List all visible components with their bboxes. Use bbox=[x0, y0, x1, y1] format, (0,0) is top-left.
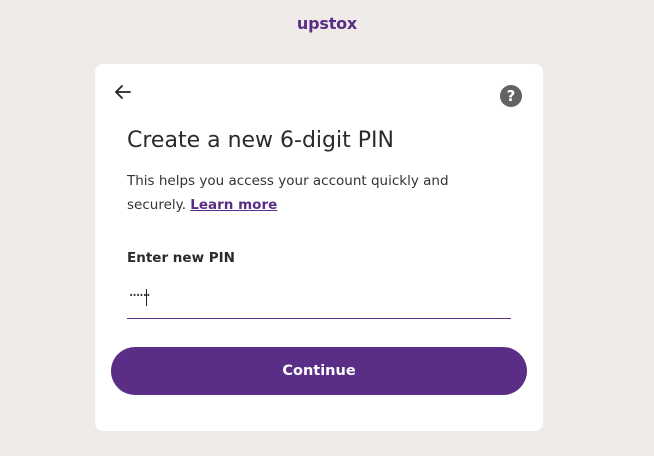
arrow-left-icon[interactable] bbox=[113, 82, 133, 102]
upstox-logo: upstox bbox=[296, 14, 358, 33]
pin-masked-value: ······ bbox=[127, 288, 152, 304]
text-caret bbox=[146, 289, 147, 306]
pin-card: ? Create a new 6-digit PIN This helps yo… bbox=[95, 64, 543, 431]
pin-description: This helps you access your account quick… bbox=[127, 169, 457, 217]
question-circle-icon[interactable]: ? bbox=[500, 85, 522, 107]
description-text: This helps you access your account quick… bbox=[127, 173, 449, 213]
pin-input[interactable]: ······ bbox=[127, 286, 511, 319]
learn-more-link[interactable]: Learn more bbox=[190, 197, 277, 213]
pin-setup-page: upstox ? Create a new 6-digit PIN This h… bbox=[0, 0, 654, 456]
continue-button[interactable]: Continue bbox=[111, 347, 527, 395]
pin-field-label: Enter new PIN bbox=[127, 250, 235, 266]
page-title: Create a new 6-digit PIN bbox=[127, 128, 394, 153]
